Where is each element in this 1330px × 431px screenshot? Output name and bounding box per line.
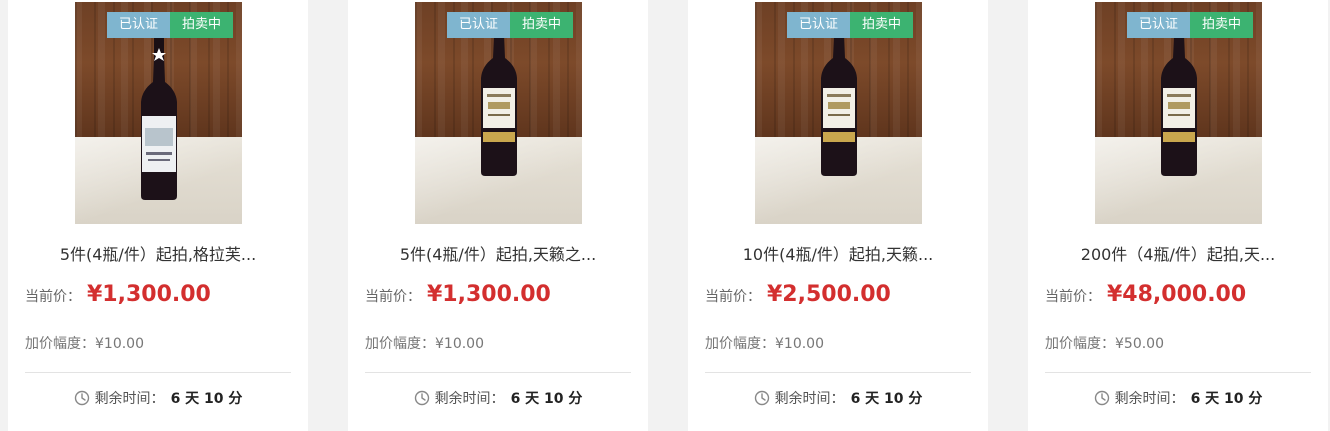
product-title[interactable]: 5件(4瓶/件）起拍,天籁之... [348,241,648,265]
time-left-label: 剩余时间： [1114,391,1185,407]
time-left-value: 6 天 10 分 [850,391,923,407]
product-image[interactable]: 已认证 拍卖中 [755,2,922,224]
current-price-value: ¥1,300.00 [427,282,551,307]
product-title[interactable]: 10件(4瓶/件）起拍,天籁... [688,241,988,265]
current-price-label: 当前价： [705,289,761,305]
auction-status-badge: 拍卖中 [849,12,913,38]
bid-increment-label: 加价幅度： [705,336,775,352]
bid-increment-label: 加价幅度： [25,336,95,352]
bid-increment-row: 加价幅度：¥10.00 [365,333,484,353]
time-left-value: 6 天 10 分 [170,391,243,407]
bid-increment-value: ¥10.00 [775,336,824,352]
time-left-value: 6 天 10 分 [510,391,583,407]
certified-badge: 已认证 [786,12,850,38]
bid-increment-label: 加价幅度： [365,336,435,352]
product-card[interactable]: 已认证 拍卖中 5件(4瓶/件）起拍,格拉芙... 当前价： ¥1,300.00… [8,0,308,431]
auction-status-badge: 拍卖中 [509,12,573,38]
product-image[interactable]: 已认证 拍卖中 [75,2,242,224]
auction-status-badge: 拍卖中 [1189,12,1253,38]
time-left-row: 剩余时间： 6 天 10 分 [348,388,648,408]
current-price-row: 当前价： ¥1,300.00 [365,282,551,307]
product-card[interactable]: 已认证 拍卖中 200件（4瓶/件）起拍,天... 当前价： ¥48,000.0… [1028,0,1328,431]
wine-bottle-image [478,14,520,176]
wine-bottle-image [1158,14,1200,176]
current-price-row: 当前价： ¥48,000.00 [1045,282,1246,307]
time-left-value: 6 天 10 分 [1190,391,1263,407]
product-title[interactable]: 5件(4瓶/件）起拍,格拉芙... [8,241,308,265]
product-image[interactable]: 已认证 拍卖中 [1095,2,1262,224]
bid-increment-row: 加价幅度：¥10.00 [25,333,144,353]
current-price-value: ¥1,300.00 [87,282,211,307]
current-price-row: 当前价： ¥2,500.00 [705,282,891,307]
certified-badge: 已认证 [446,12,510,38]
card-divider [705,372,971,373]
clock-icon [754,390,770,406]
bid-increment-value: ¥50.00 [1115,336,1164,352]
product-card[interactable]: 已认证 拍卖中 5件(4瓶/件）起拍,天籁之... 当前价： ¥1,300.00… [348,0,648,431]
product-image[interactable]: 已认证 拍卖中 [415,2,582,224]
current-price-value: ¥2,500.00 [767,282,891,307]
certified-badge: 已认证 [106,12,170,38]
current-price-row: 当前价： ¥1,300.00 [25,282,211,307]
clock-icon [1094,390,1110,406]
current-price-label: 当前价： [365,289,421,305]
wine-bottle-image [818,14,860,176]
bid-increment-row: 加价幅度：¥10.00 [705,333,824,353]
time-left-row: 剩余时间： 6 天 10 分 [1028,388,1328,408]
auction-product-grid: 已认证 拍卖中 5件(4瓶/件）起拍,格拉芙... 当前价： ¥1,300.00… [0,0,1330,431]
current-price-value: ¥48,000.00 [1107,282,1247,307]
time-left-label: 剩余时间： [774,391,845,407]
wine-bottle-image [138,38,180,200]
badge-group: 已认证 拍卖中 [786,12,913,38]
badge-group: 已认证 拍卖中 [446,12,573,38]
current-price-label: 当前价： [1045,289,1101,305]
badge-group: 已认证 拍卖中 [1126,12,1253,38]
bid-increment-row: 加价幅度：¥50.00 [1045,333,1164,353]
card-divider [25,372,291,373]
product-title[interactable]: 200件（4瓶/件）起拍,天... [1028,241,1328,265]
clock-icon [414,390,430,406]
time-left-row: 剩余时间： 6 天 10 分 [688,388,988,408]
auction-status-badge: 拍卖中 [169,12,233,38]
certified-badge: 已认证 [1126,12,1190,38]
card-divider [365,372,631,373]
bid-increment-label: 加价幅度： [1045,336,1115,352]
time-left-label: 剩余时间： [94,391,165,407]
bid-increment-value: ¥10.00 [95,336,144,352]
product-card[interactable]: 已认证 拍卖中 10件(4瓶/件）起拍,天籁... 当前价： ¥2,500.00… [688,0,988,431]
time-left-label: 剩余时间： [434,391,505,407]
badge-group: 已认证 拍卖中 [106,12,233,38]
card-divider [1045,372,1311,373]
bid-increment-value: ¥10.00 [435,336,484,352]
current-price-label: 当前价： [25,289,81,305]
clock-icon [74,390,90,406]
time-left-row: 剩余时间： 6 天 10 分 [8,388,308,408]
